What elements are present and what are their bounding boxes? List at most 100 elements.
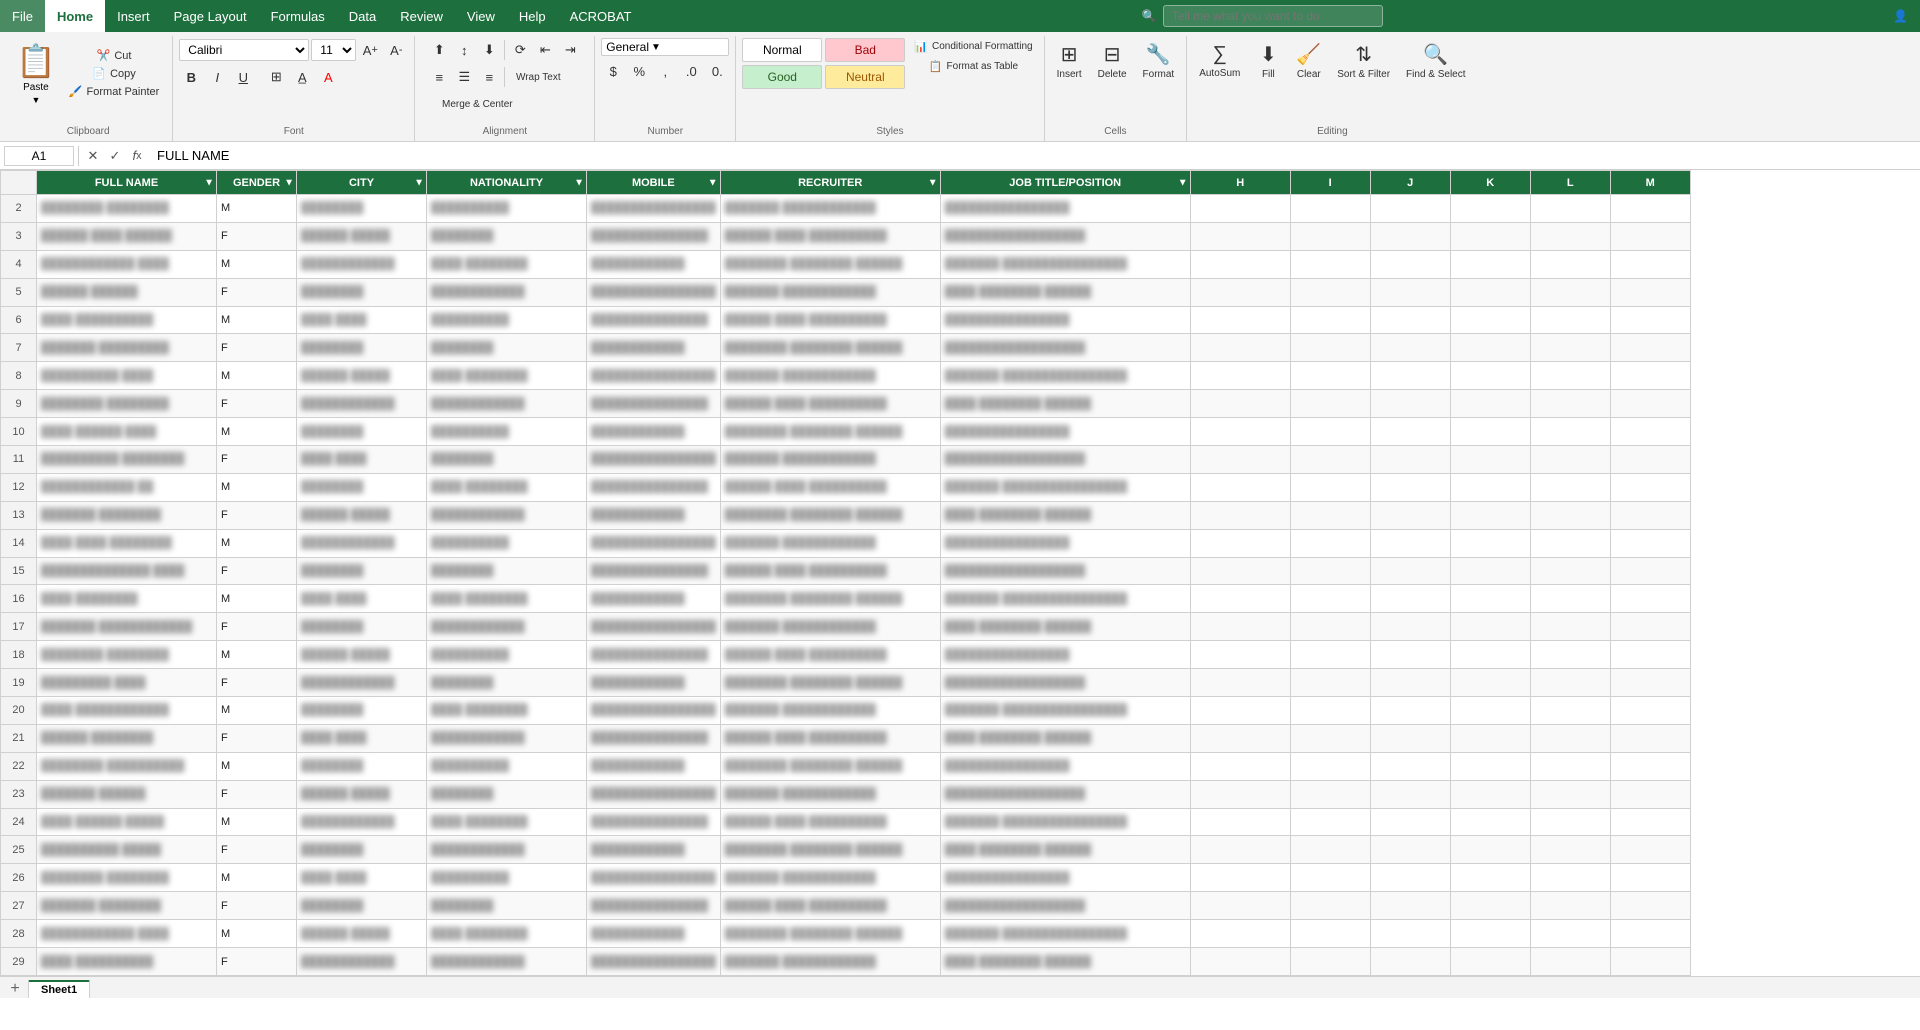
table-cell[interactable]: [1190, 446, 1290, 474]
row-number[interactable]: 7: [1, 334, 37, 362]
table-cell[interactable]: ██████ █████: [297, 780, 427, 808]
row-number[interactable]: 8: [1, 362, 37, 390]
delete-cell-button[interactable]: ⊟ Delete: [1092, 38, 1133, 84]
table-cell[interactable]: F: [217, 446, 297, 474]
row-number[interactable]: 24: [1, 808, 37, 836]
table-cell[interactable]: [1450, 920, 1530, 948]
col-header-L[interactable]: L: [1530, 171, 1610, 195]
table-cell[interactable]: ████████: [297, 473, 427, 501]
clear-button[interactable]: 🧹 Clear: [1290, 38, 1327, 84]
table-cell[interactable]: ██████ ████ ██████████: [720, 222, 940, 250]
table-cell[interactable]: [1370, 808, 1450, 836]
table-cell[interactable]: ████████████████: [587, 613, 721, 641]
table-cell[interactable]: ███████ ████████████████: [940, 920, 1190, 948]
table-cell[interactable]: [1610, 278, 1690, 306]
filter-E-icon[interactable]: ▼: [708, 177, 718, 188]
insert-cell-button[interactable]: ⊞ Insert: [1051, 38, 1088, 84]
table-cell[interactable]: ████ ████████: [37, 585, 217, 613]
table-cell[interactable]: [1610, 864, 1690, 892]
table-cell[interactable]: ████████ ████████: [37, 864, 217, 892]
table-cell[interactable]: ████████████: [587, 752, 721, 780]
increase-decimal-button[interactable]: .0: [679, 59, 703, 83]
row-number[interactable]: 9: [1, 390, 37, 418]
table-cell[interactable]: [1450, 864, 1530, 892]
table-cell[interactable]: ████████████: [297, 669, 427, 697]
table-cell[interactable]: [1370, 390, 1450, 418]
table-cell[interactable]: [1190, 641, 1290, 669]
table-cell[interactable]: ████████ ████████ ██████: [720, 669, 940, 697]
table-cell[interactable]: ████████████: [587, 250, 721, 278]
table-cell[interactable]: ████ ████: [297, 864, 427, 892]
table-cell[interactable]: [1290, 892, 1370, 920]
table-cell[interactable]: [1370, 334, 1450, 362]
table-cell[interactable]: ████████████████: [940, 641, 1190, 669]
col-header-G[interactable]: JOB TITLE/POSITION ▼: [940, 171, 1190, 195]
table-cell[interactable]: ███████ ████████████: [720, 948, 940, 976]
table-cell[interactable]: ████████: [297, 892, 427, 920]
table-cell[interactable]: ████ ████████ ██████: [940, 278, 1190, 306]
row-number[interactable]: 4: [1, 250, 37, 278]
menu-acrobat[interactable]: ACROBAT: [558, 0, 644, 32]
table-cell[interactable]: ██████████: [427, 641, 587, 669]
bad-style-button[interactable]: Bad: [825, 38, 905, 62]
table-cell[interactable]: ████████: [297, 418, 427, 446]
table-cell[interactable]: [1450, 557, 1530, 585]
table-cell[interactable]: ███████ ████████████: [720, 613, 940, 641]
table-cell[interactable]: ████████████████: [587, 780, 721, 808]
table-cell[interactable]: ████████████: [427, 278, 587, 306]
table-cell[interactable]: [1190, 752, 1290, 780]
table-cell[interactable]: M: [217, 697, 297, 725]
table-cell[interactable]: [1370, 948, 1450, 976]
table-cell[interactable]: F: [217, 390, 297, 418]
orientation-button[interactable]: ⟳: [508, 38, 532, 62]
table-cell[interactable]: ██████████ ████: [37, 362, 217, 390]
table-cell[interactable]: ████ ████████: [427, 920, 587, 948]
table-cell[interactable]: ████ ██████████: [37, 948, 217, 976]
table-cell[interactable]: [1450, 334, 1530, 362]
accounting-button[interactable]: $: [601, 59, 625, 83]
italic-button[interactable]: I: [205, 65, 229, 89]
table-cell[interactable]: ██████████████████: [940, 892, 1190, 920]
table-cell[interactable]: ████ ████████: [427, 362, 587, 390]
table-cell[interactable]: ██████ ████ ██████████: [720, 390, 940, 418]
table-cell[interactable]: [1530, 362, 1610, 390]
table-cell[interactable]: ██████ ████ ██████████: [720, 641, 940, 669]
table-cell[interactable]: ████████: [427, 557, 587, 585]
table-cell[interactable]: ██████ ████ ██████████: [720, 808, 940, 836]
normal-style-button[interactable]: Normal: [742, 38, 822, 62]
row-number[interactable]: 2: [1, 195, 37, 223]
table-cell[interactable]: ███████ ████████████████: [940, 808, 1190, 836]
table-cell[interactable]: [1610, 195, 1690, 223]
col-header-C[interactable]: CITY ▼: [297, 171, 427, 195]
table-cell[interactable]: F: [217, 557, 297, 585]
table-cell[interactable]: ███████ ████████████: [720, 362, 940, 390]
table-cell[interactable]: ███████ ████████████: [720, 446, 940, 474]
table-cell[interactable]: ████████████████: [940, 195, 1190, 223]
table-cell[interactable]: [1450, 752, 1530, 780]
table-cell[interactable]: F: [217, 278, 297, 306]
table-cell[interactable]: M: [217, 418, 297, 446]
table-cell[interactable]: ██████████: [427, 529, 587, 557]
table-cell[interactable]: [1370, 724, 1450, 752]
table-cell[interactable]: [1190, 948, 1290, 976]
table-cell[interactable]: [1370, 557, 1450, 585]
number-format-select[interactable]: General ▼: [601, 38, 729, 56]
table-cell[interactable]: ███████ ████████████: [720, 529, 940, 557]
table-cell[interactable]: ████████████: [297, 529, 427, 557]
table-cell[interactable]: [1290, 306, 1370, 334]
table-cell[interactable]: ████████ ████████ ██████: [720, 752, 940, 780]
table-cell[interactable]: [1450, 250, 1530, 278]
merge-center-button[interactable]: Merge & Center: [427, 92, 527, 116]
table-cell[interactable]: [1610, 222, 1690, 250]
table-cell[interactable]: ████ ████████ ██████: [940, 948, 1190, 976]
table-cell[interactable]: [1290, 446, 1370, 474]
table-cell[interactable]: [1190, 529, 1290, 557]
cell-reference-box[interactable]: [4, 146, 74, 166]
table-cell[interactable]: [1370, 920, 1450, 948]
table-cell[interactable]: [1610, 557, 1690, 585]
table-cell[interactable]: [1530, 418, 1610, 446]
table-cell[interactable]: [1370, 473, 1450, 501]
table-cell[interactable]: ██████████: [427, 864, 587, 892]
row-number[interactable]: 27: [1, 892, 37, 920]
increase-font-button[interactable]: A+: [358, 38, 382, 62]
